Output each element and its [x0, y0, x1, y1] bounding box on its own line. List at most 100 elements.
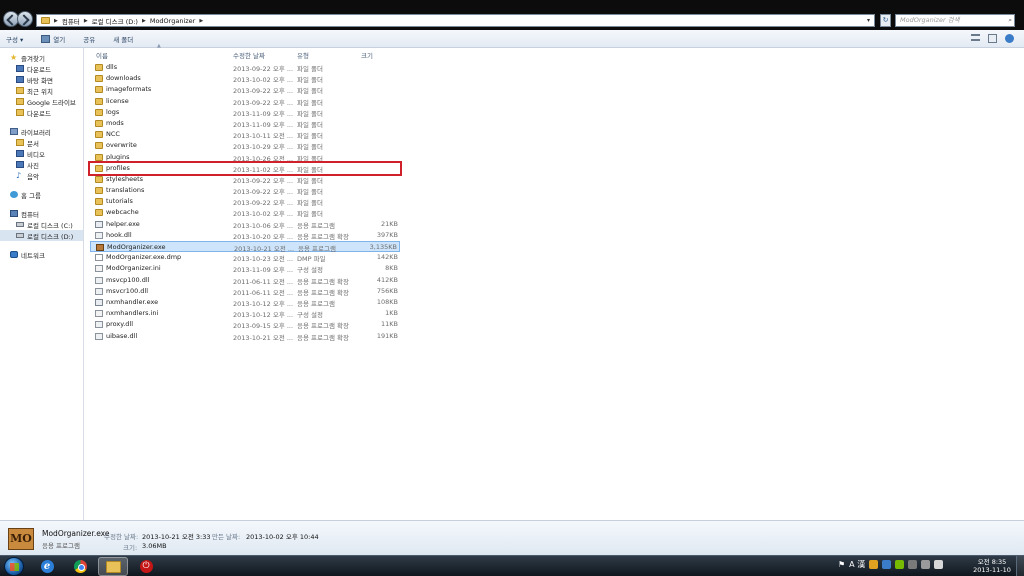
- search-icon[interactable]: ⌕: [1008, 15, 1012, 26]
- tray-app-icon[interactable]: [882, 560, 892, 569]
- tray-app-icon[interactable]: [908, 560, 918, 569]
- explorer-icon: [105, 560, 121, 573]
- file-row[interactable]: uibase.dll 2013-10-21 오전 ... 응용 프로그램 확장 191…: [90, 331, 400, 342]
- file-row[interactable]: tutorials 2013-09-22 오후 ... 파일 폴더: [90, 196, 400, 207]
- file-row[interactable]: ModOrganizer.exe.dmp 2013-10-23 오전 ... DMP…: [90, 252, 400, 263]
- file-row[interactable]: license 2013-09-22 오후 ... 파일 폴더: [90, 96, 400, 107]
- breadcrumb-modorganizer[interactable]: ModOrganizer: [150, 17, 196, 25]
- nav-disk-d[interactable]: 로컬 디스크 (D:): [0, 230, 83, 241]
- nav-computer[interactable]: 컴퓨터: [0, 208, 83, 219]
- taskbar-power-app[interactable]: ⏻: [131, 557, 161, 576]
- file-date: 2013-10-02 오후 ...: [233, 210, 294, 219]
- refresh-button[interactable]: ↻: [880, 14, 891, 27]
- share-button[interactable]: 공유: [83, 34, 95, 44]
- file-row[interactable]: msvcp100.dll 2011-06-11 오전 ... 응용 프로그램 확장 4…: [90, 275, 400, 286]
- open-label: 열기: [53, 35, 66, 44]
- file-row[interactable]: logs 2013-11-09 오후 ... 파일 폴더: [90, 107, 400, 118]
- close-button[interactable]: [1006, 0, 1024, 10]
- file-row[interactable]: nxmhandler.exe 2013-10-12 오후 ... 응용 프로그램 10…: [90, 297, 400, 308]
- open-button[interactable]: 열기: [41, 34, 65, 44]
- column-size[interactable]: 크기: [361, 50, 373, 60]
- file-row[interactable]: overwrite 2013-10-29 오후 ... 파일 폴더: [90, 140, 400, 151]
- nav-network[interactable]: 네트워크: [0, 249, 83, 260]
- file-row[interactable]: stylesheets 2013-09-22 오후 ... 파일 폴더: [90, 174, 400, 185]
- file-row[interactable]: profiles 2013-11-02 오후 ... 파일 폴더: [88, 160, 402, 176]
- file-row[interactable]: NCC 2013-10-11 오전 ... 파일 폴더: [90, 129, 400, 140]
- show-desktop-button[interactable]: [1016, 556, 1024, 576]
- network-icon: [10, 251, 18, 258]
- file-type: 파일 폴더: [297, 210, 323, 219]
- file-row[interactable]: downloads 2013-10-02 오후 ... 파일 폴더: [90, 73, 400, 84]
- file-row[interactable]: helper.exe 2013-10-06 오후 ... 응용 프로그램 21KB: [90, 219, 400, 230]
- file-row[interactable]: dlls 2013-09-22 오후 ... 파일 폴더: [90, 62, 400, 73]
- view-options-icon[interactable]: [971, 34, 980, 41]
- search-input[interactable]: ModOrganizer 검색 ⌕: [895, 14, 1015, 27]
- column-type[interactable]: 유형: [297, 50, 309, 60]
- address-bar[interactable]: ▶ 컴퓨터 ▶ 로컬 디스크 (D:) ▶ ModOrganizer ▶ ▾: [36, 14, 875, 27]
- preview-pane-icon[interactable]: [988, 34, 997, 43]
- details-size-label: 크기:: [123, 544, 138, 552]
- new-folder-button[interactable]: 새 폴더: [113, 34, 133, 44]
- breadcrumb-computer[interactable]: 컴퓨터: [62, 16, 80, 26]
- column-date[interactable]: 수정한 날짜: [233, 50, 265, 60]
- breadcrumb-disk-d[interactable]: 로컬 디스크 (D:): [92, 16, 138, 26]
- nav-recent[interactable]: 최근 위치: [0, 85, 83, 96]
- nav-documents[interactable]: 문서: [0, 137, 83, 148]
- nav-favorites[interactable]: 즐겨찾기: [0, 52, 83, 63]
- nav-downloads-2[interactable]: 다운로드: [0, 107, 83, 118]
- clock[interactable]: 오전 8:35 2013-11-10: [972, 558, 1012, 574]
- folder-icon: [95, 164, 103, 172]
- chevron-right-icon[interactable]: ▶: [84, 18, 88, 24]
- taskbar-chrome[interactable]: [65, 557, 95, 576]
- file-row[interactable]: ModOrganizer.ini 2013-11-09 오후 ... 구성 설정 8K…: [90, 263, 400, 274]
- taskbar-explorer[interactable]: [98, 557, 128, 576]
- start-button[interactable]: [4, 557, 24, 576]
- nav-label: 최근 위치: [27, 87, 53, 96]
- file-row[interactable]: imageformats 2013-09-22 오후 ... 파일 폴더: [90, 84, 400, 95]
- file-row[interactable]: mods 2013-11-09 오후 ... 파일 폴더: [90, 118, 400, 129]
- nvidia-icon[interactable]: [895, 560, 905, 569]
- volume-icon[interactable]: [934, 560, 944, 569]
- nav-desktop[interactable]: 바탕 화면: [0, 74, 83, 85]
- file-date: 2013-10-20 오후 ...: [233, 232, 294, 241]
- details-file-type: 응용 프로그램: [42, 542, 80, 550]
- nav-libraries[interactable]: 라이브러리: [0, 126, 83, 137]
- file-row[interactable]: translations 2013-09-22 오후 ... 파일 폴더: [90, 185, 400, 196]
- nav-downloads[interactable]: 다운로드: [0, 63, 83, 74]
- file-row[interactable]: proxy.dll 2013-09-15 오후 ... 응용 프로그램 확장 11KB: [90, 319, 400, 330]
- file-row[interactable]: nxmhandlers.ini 2013-10-12 오후 ... 구성 설정 1KB: [90, 308, 400, 319]
- file-row[interactable]: webcache 2013-10-02 오후 ... 파일 폴더: [90, 207, 400, 218]
- chevron-right-icon[interactable]: ▶: [199, 18, 203, 24]
- taskbar-internet-explorer[interactable]: e: [32, 557, 62, 576]
- help-icon[interactable]: [1005, 34, 1014, 43]
- nav-videos[interactable]: 비디오: [0, 148, 83, 159]
- file-row[interactable]: msvcr100.dll 2011-06-11 오전 ... 응용 프로그램 확장 7…: [90, 286, 400, 297]
- chevron-right-icon[interactable]: ▶: [142, 18, 146, 24]
- minimize-button[interactable]: [970, 0, 988, 10]
- nav-pictures[interactable]: 사진: [0, 159, 83, 170]
- maximize-button[interactable]: [988, 0, 1006, 10]
- nav-homegroup[interactable]: 홈 그룹: [0, 189, 83, 200]
- network-icon[interactable]: [921, 560, 931, 569]
- column-name[interactable]: 이름: [96, 50, 108, 60]
- file-row[interactable]: ModOrganizer.exe 2013-10-21 오전 ... 응용 프로그램…: [90, 241, 400, 253]
- nav-disk-c[interactable]: 로컬 디스크 (C:): [0, 219, 83, 230]
- file-date: 2013-10-12 오후 ...: [233, 311, 294, 320]
- nav-google-drive[interactable]: Google 드라이브: [0, 96, 83, 107]
- computer-icon: [10, 210, 18, 217]
- organize-button[interactable]: 구성 ▾: [6, 34, 23, 44]
- file-row[interactable]: plugins 2013-10-26 오전 ... 파일 폴더: [90, 152, 400, 163]
- file-name: mods: [106, 118, 124, 127]
- file-row[interactable]: hook.dll 2013-10-20 오후 ... 응용 프로그램 확장 397KB: [90, 230, 400, 241]
- internet-explorer-icon: e: [40, 560, 54, 573]
- forward-button[interactable]: [17, 11, 33, 27]
- file-name: downloads: [106, 74, 141, 83]
- executable-icon: [95, 298, 103, 306]
- file-name: ModOrganizer.exe: [107, 243, 166, 251]
- file-type: DMP 파일: [297, 255, 326, 264]
- action-center-icon[interactable]: ⚑: [838, 560, 845, 569]
- tray-app-icon[interactable]: [869, 560, 879, 569]
- chevron-down-icon[interactable]: ▾: [867, 17, 870, 24]
- ime-indicator[interactable]: A 漢: [849, 559, 865, 570]
- nav-music[interactable]: 음악: [0, 170, 83, 181]
